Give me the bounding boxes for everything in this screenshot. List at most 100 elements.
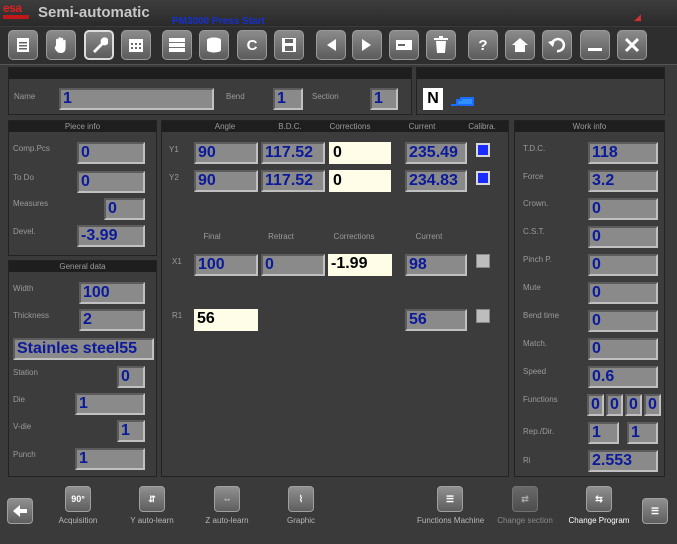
- y2-current-field: 234.83: [405, 170, 467, 192]
- c-icon[interactable]: C: [237, 30, 267, 60]
- minimize-icon[interactable]: [580, 30, 610, 60]
- z-autolearn-icon: ⇔: [214, 486, 240, 512]
- back-button[interactable]: [7, 498, 33, 544]
- x1-corrections-field[interactable]: -1.99: [328, 254, 392, 276]
- functions-machine-label: Functions Machine: [417, 516, 485, 525]
- bend-time-label: Bend time: [523, 311, 560, 320]
- stack-icon[interactable]: [199, 30, 229, 60]
- home-icon[interactable]: [505, 30, 535, 60]
- pinch-label: Pinch P.: [523, 255, 552, 264]
- graphic-button[interactable]: ⌇ Graphic: [276, 486, 326, 532]
- station-field[interactable]: 0: [117, 366, 145, 388]
- measures-label: Measures: [13, 199, 49, 208]
- functions-machine-button[interactable]: ☰ Functions Machine: [417, 486, 485, 532]
- acquisition-button[interactable]: 90° Acquisition: [52, 486, 104, 532]
- change-program-button[interactable]: ⇆ Change Program: [567, 486, 631, 532]
- y1-angle-field[interactable]: 90: [194, 142, 258, 164]
- esa-logo: esa: [3, 1, 31, 21]
- speed-label: Speed: [523, 367, 547, 376]
- floppy-icon[interactable]: [274, 30, 304, 60]
- function-field-3[interactable]: 0: [625, 394, 642, 416]
- force-field[interactable]: 3.2: [588, 170, 658, 192]
- cst-field[interactable]: 0: [588, 226, 658, 248]
- crown-field[interactable]: 0: [588, 198, 658, 220]
- rep-field[interactable]: 1: [588, 422, 619, 444]
- header-panel: Name 1 Bend 1 Section 1: [8, 67, 412, 115]
- database-icon[interactable]: [162, 30, 192, 60]
- x1-checkbox[interactable]: [476, 254, 490, 268]
- undo-icon[interactable]: [542, 30, 572, 60]
- name-field[interactable]: 1: [59, 88, 214, 110]
- mute-field[interactable]: 0: [588, 282, 658, 304]
- toolbar: C ?: [0, 27, 677, 65]
- close-icon[interactable]: [617, 30, 647, 60]
- current-header: Current: [408, 122, 436, 131]
- x1-retract-field[interactable]: 0: [261, 254, 325, 276]
- vdie-field[interactable]: 1: [117, 420, 145, 442]
- y-autolearn-icon: ⇵: [139, 486, 165, 512]
- function-field-4[interactable]: 0: [644, 394, 661, 416]
- change-section-button[interactable]: ⇄ Change section: [497, 486, 553, 532]
- measures-field[interactable]: 0: [104, 198, 145, 220]
- ri-field[interactable]: 2.553: [588, 450, 658, 472]
- r1-checkbox[interactable]: [476, 309, 490, 323]
- z-autolearn-button[interactable]: ⇔ Z auto-learn: [199, 486, 255, 532]
- width-field[interactable]: 100: [79, 282, 145, 304]
- wrench-icon[interactable]: [84, 30, 114, 60]
- to-do-field[interactable]: 0: [77, 171, 145, 193]
- match-field[interactable]: 0: [588, 338, 658, 360]
- hand-icon[interactable]: [46, 30, 76, 60]
- name-label: Name: [14, 92, 36, 101]
- comp-pcs-label: Comp.Pcs: [13, 144, 50, 153]
- z-autolearn-label: Z auto-learn: [205, 516, 249, 525]
- change-section-label: Change section: [497, 516, 553, 525]
- x-corrections-header: Corrections: [333, 232, 375, 241]
- document-icon[interactable]: [8, 30, 38, 60]
- n-badge: N: [423, 88, 443, 110]
- y2-calibra-checkbox[interactable]: [476, 171, 490, 185]
- devel-field[interactable]: -3.99: [77, 225, 145, 247]
- card-icon[interactable]: [389, 30, 419, 60]
- y2-angle-field[interactable]: 90: [194, 170, 258, 192]
- left-arrow-icon[interactable]: [316, 30, 346, 60]
- y-autolearn-label: Y auto-learn: [130, 516, 174, 525]
- bottom-bar: 90° Acquisition ⇵ Y auto-learn ⇔ Z auto-lea…: [0, 481, 677, 538]
- devel-label: Devel.: [13, 227, 36, 236]
- section-field[interactable]: 1: [370, 88, 398, 110]
- functions-label: Functions: [523, 395, 558, 404]
- comp-pcs-field[interactable]: 0: [77, 142, 145, 164]
- y1-bdc-field[interactable]: 117.52: [261, 142, 325, 164]
- y1-calibra-checkbox[interactable]: [476, 143, 490, 157]
- thickness-field[interactable]: 2: [79, 309, 145, 331]
- y2-bdc-field[interactable]: 117.52: [261, 170, 325, 192]
- page-button[interactable]: ☰: [642, 498, 668, 544]
- function-field-1[interactable]: 0: [587, 394, 604, 416]
- punch-field[interactable]: 1: [75, 448, 145, 470]
- y-autolearn-button[interactable]: ⇵ Y auto-learn: [124, 486, 180, 532]
- width-label: Width: [13, 284, 34, 293]
- final-header: Final: [203, 232, 221, 241]
- y2-corrections-field[interactable]: 0: [329, 170, 391, 192]
- function-field-2[interactable]: 0: [606, 394, 623, 416]
- tdc-field[interactable]: 118: [588, 142, 658, 164]
- die-field[interactable]: 1: [75, 393, 145, 415]
- speed-field[interactable]: 0.6: [588, 366, 658, 388]
- x1-final-field[interactable]: 100: [194, 254, 258, 276]
- y1-corrections-field[interactable]: 0: [329, 142, 391, 164]
- material-field[interactable]: Stainles steel55: [13, 338, 154, 360]
- r1-final-field[interactable]: 56: [194, 309, 258, 331]
- corrections-header: Corrections: [329, 122, 371, 131]
- pinch-field[interactable]: 0: [588, 254, 658, 276]
- dir-field[interactable]: 1: [627, 422, 658, 444]
- work-info-title: Work info: [515, 121, 664, 132]
- angle-90-icon: 90°: [65, 486, 91, 512]
- trash-icon[interactable]: [426, 30, 456, 60]
- calendar-icon[interactable]: [121, 30, 151, 60]
- x1-label: X1: [172, 257, 182, 266]
- bend-time-field[interactable]: 0: [588, 310, 658, 332]
- help-icon[interactable]: ?: [468, 30, 498, 60]
- x-current-header: Current: [415, 232, 443, 241]
- right-arrow-icon[interactable]: [352, 30, 382, 60]
- crown-label: Crown.: [523, 199, 549, 208]
- bend-field[interactable]: 1: [273, 88, 303, 110]
